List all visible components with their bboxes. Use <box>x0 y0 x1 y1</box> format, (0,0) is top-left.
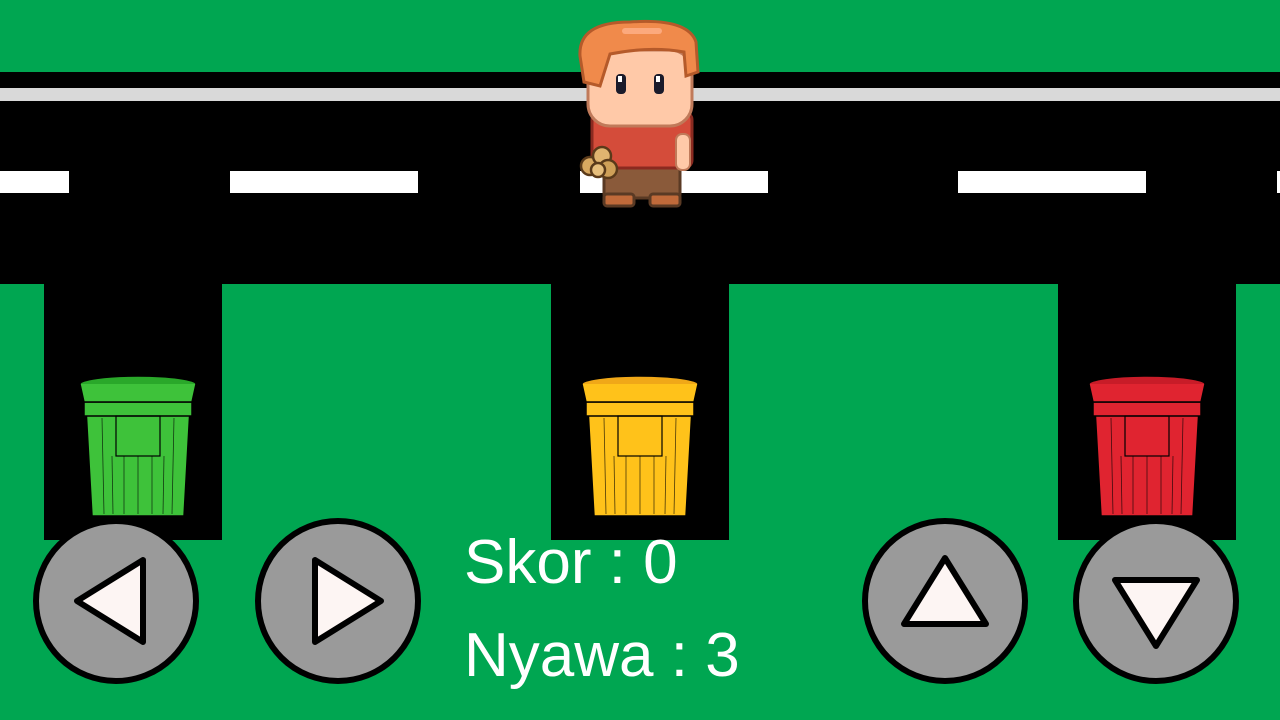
arrow-down-icon <box>1112 577 1200 649</box>
lane-dash <box>230 171 418 193</box>
right-button[interactable] <box>255 518 421 684</box>
left-button[interactable] <box>33 518 199 684</box>
lives-text: Nyawa : 3 <box>464 621 740 690</box>
score-text: Skor : 0 <box>464 528 678 597</box>
trash-paper-ball-icon <box>579 145 619 180</box>
yellow-trash-bin-icon <box>581 375 699 517</box>
game-stage: Skor : 0 Nyawa : 3 <box>0 0 1280 720</box>
green-trash-bin-icon <box>79 375 197 517</box>
lane-dash <box>958 171 1146 193</box>
lane-dash <box>0 171 69 193</box>
arrow-left-icon <box>74 557 146 645</box>
up-button[interactable] <box>862 518 1028 684</box>
arrow-right-icon <box>312 557 384 645</box>
down-button[interactable] <box>1073 518 1239 684</box>
red-trash-bin-icon <box>1088 375 1206 517</box>
arrow-up-icon <box>901 555 989 627</box>
player-character <box>578 19 700 208</box>
